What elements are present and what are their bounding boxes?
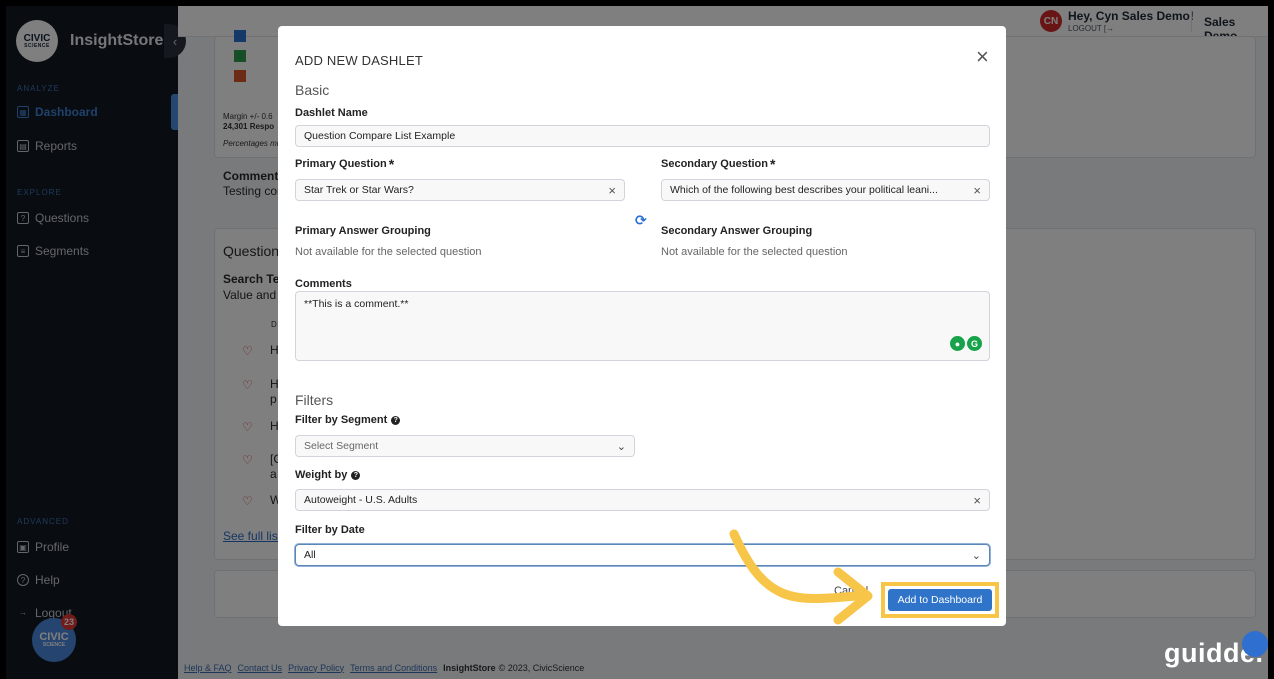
grammarly-icon[interactable]: G (967, 336, 982, 351)
segment-label-text: Filter by Segment (295, 414, 388, 426)
comments-label-text: Comments (295, 278, 352, 290)
lightbulb-icon[interactable]: ● (950, 336, 965, 351)
secondary-question-label-text: Secondary Question (661, 158, 768, 170)
swap-questions-icon[interactable]: ⟳ (635, 212, 647, 229)
modal-title: ADD NEW DASHLET (295, 53, 423, 68)
dashlet-name-label: Dashlet Name (295, 107, 368, 119)
dashlet-name-input[interactable]: Question Compare List Example (295, 125, 990, 147)
weight-label: Weight by ? (295, 469, 361, 481)
required-mark: * (388, 156, 395, 172)
dashlet-name-label-text: Dashlet Name (295, 107, 368, 119)
comments-textarea[interactable]: **This is a comment.** (295, 291, 990, 361)
grammarly-icons[interactable]: ● G (948, 336, 982, 351)
secondary-grouping-label: Secondary Answer Grouping (661, 225, 812, 237)
basic-section-heading: Basic (295, 82, 330, 98)
date-label-text: Filter by Date (295, 524, 365, 536)
comments-value: **This is a comment.** (304, 298, 409, 310)
weight-label-text: Weight by (295, 469, 348, 481)
clear-icon[interactable]: × (608, 183, 616, 198)
primary-grouping-label: Primary Answer Grouping (295, 225, 431, 237)
secondary-question-value: Which of the following best describes yo… (670, 184, 938, 196)
app-window: CIVIC SCIENCE InsightStore ‹ ANALYZE ▦ D… (6, 6, 1268, 679)
primary-grouping-note: Not available for the selected question (295, 246, 482, 258)
chevron-down-icon: ⌄ (616, 440, 626, 453)
primary-question-select[interactable]: Star Trek or Star Wars? × (295, 179, 625, 201)
secondary-question-label: Secondary Question * (661, 156, 775, 172)
clear-icon[interactable]: × (973, 183, 981, 198)
date-label: Filter by Date (295, 524, 365, 536)
info-icon[interactable]: ? (351, 470, 361, 480)
guidde-bubble-icon (1242, 631, 1268, 657)
comments-label: Comments (295, 278, 352, 290)
info-icon[interactable]: ? (391, 415, 401, 425)
weight-value: Autoweight - U.S. Adults (304, 494, 418, 506)
secondary-question-select[interactable]: Which of the following best describes yo… (661, 179, 990, 201)
segment-select[interactable]: Select Segment ⌄ (295, 435, 635, 457)
primary-grouping-label-text: Primary Answer Grouping (295, 225, 431, 237)
add-to-dashboard-button[interactable]: Add to Dashboard (888, 589, 992, 611)
primary-question-label-text: Primary Question (295, 158, 387, 170)
cancel-button[interactable]: Cancel (834, 585, 868, 597)
segment-label: Filter by Segment ? (295, 414, 401, 426)
primary-question-label: Primary Question * (295, 156, 394, 172)
date-select[interactable]: All ⌄ (295, 544, 990, 566)
secondary-grouping-note: Not available for the selected question (661, 246, 848, 258)
close-icon[interactable]: × (976, 46, 989, 68)
filters-section-heading: Filters (295, 392, 334, 408)
primary-question-value: Star Trek or Star Wars? (304, 184, 414, 196)
weight-select[interactable]: Autoweight - U.S. Adults × (295, 489, 990, 511)
chevron-down-icon: ⌄ (971, 549, 981, 562)
dashlet-name-value: Question Compare List Example (304, 130, 456, 142)
date-value: All (304, 549, 316, 561)
segment-placeholder: Select Segment (304, 440, 379, 452)
required-mark: * (769, 156, 776, 172)
secondary-grouping-label-text: Secondary Answer Grouping (661, 225, 813, 237)
add-dashlet-modal: ADD NEW DASHLET × Basic Dashlet Name Que… (278, 26, 1006, 626)
clear-icon[interactable]: × (973, 493, 981, 508)
